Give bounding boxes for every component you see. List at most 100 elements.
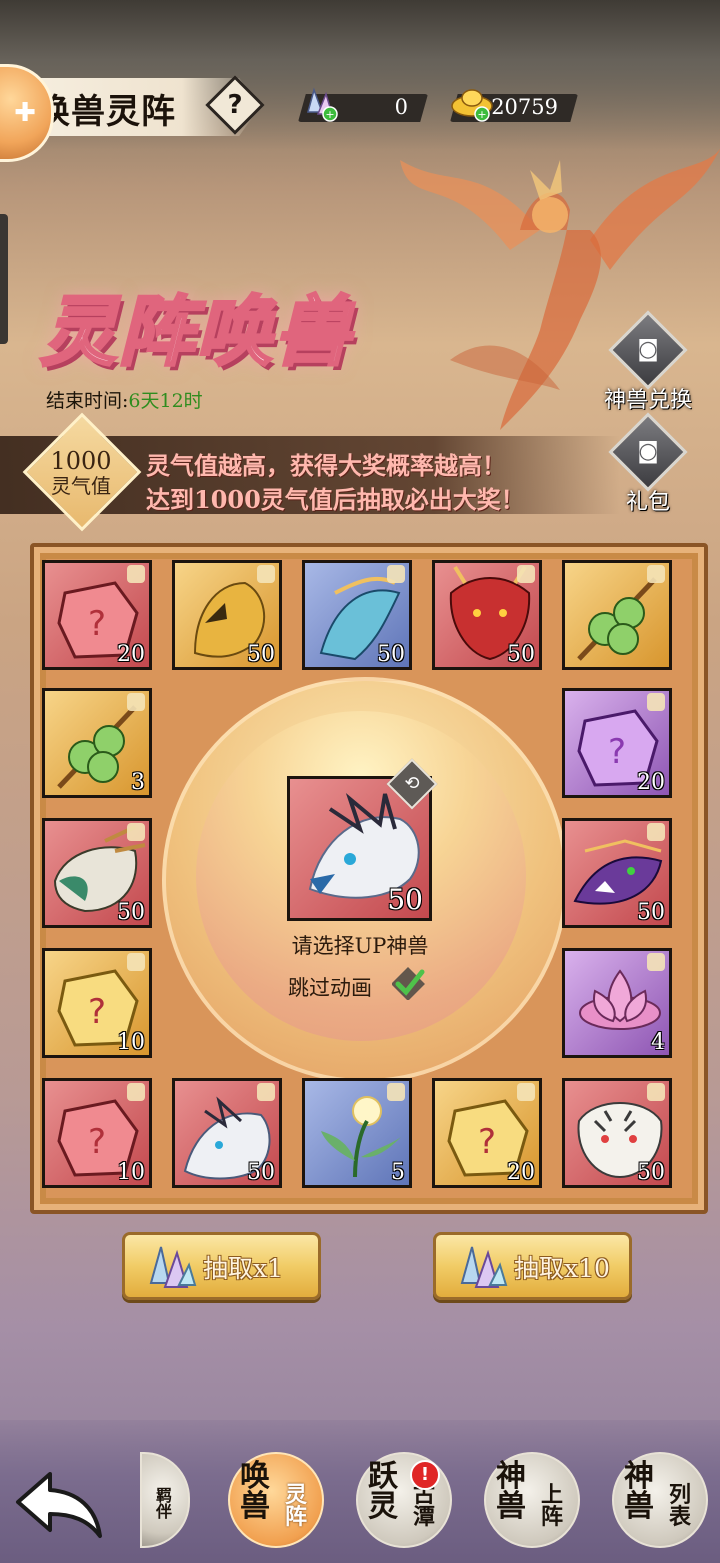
end-time-value: 6天12时 bbox=[128, 390, 203, 412]
skip-animation-label: 跳过动画 bbox=[288, 976, 372, 1000]
draw-x10-button[interactable]: 抽取x10 bbox=[433, 1232, 632, 1300]
puzzle-piece-icon bbox=[127, 693, 145, 711]
page-title: 唤兽灵阵 bbox=[36, 92, 176, 132]
prize-count: 50 bbox=[637, 1160, 665, 1185]
nav-pool-big: 跃灵 bbox=[368, 1459, 398, 1524]
side-handle[interactable] bbox=[0, 214, 8, 344]
puzzle-piece-icon bbox=[127, 565, 145, 583]
gamepad-icon: ✚ bbox=[14, 98, 36, 128]
prize-count: 10 bbox=[117, 1030, 145, 1055]
prize-cell[interactable]: 50 bbox=[42, 818, 152, 928]
svg-text:+: + bbox=[325, 108, 334, 121]
skip-animation-checkbox[interactable] bbox=[392, 966, 426, 1000]
svg-text:?: ? bbox=[88, 992, 106, 1032]
prize-count: 50 bbox=[377, 642, 405, 667]
prize-count: 4 bbox=[651, 1030, 665, 1055]
prize-count: 50 bbox=[507, 642, 535, 667]
puzzle-piece-icon bbox=[517, 565, 535, 583]
prize-cell[interactable]: 5 bbox=[302, 1078, 412, 1188]
prize-cell[interactable]: 50 bbox=[302, 560, 412, 670]
puzzle-piece-icon bbox=[647, 1083, 665, 1101]
draw-x1-button[interactable]: 抽取x1 bbox=[122, 1232, 321, 1300]
gold-ingot-icon[interactable]: + bbox=[448, 82, 496, 122]
prize-cell[interactable]: 50 bbox=[432, 560, 542, 670]
nav-beast-list[interactable]: 神兽 列表 bbox=[612, 1452, 708, 1548]
prize-cell[interactable]: 3 bbox=[42, 688, 152, 798]
puzzle-piece-icon bbox=[257, 565, 275, 583]
puzzle-piece-icon bbox=[647, 565, 665, 583]
select-up-label: 请选择UP神兽 bbox=[291, 934, 429, 958]
svg-text:?: ? bbox=[88, 1122, 106, 1162]
prize-cell[interactable]: 50 bbox=[172, 560, 282, 670]
puzzle-piece-icon bbox=[647, 693, 665, 711]
event-title: 灵阵唤兽 bbox=[39, 286, 352, 378]
prize-count: 50 bbox=[247, 1160, 275, 1185]
prize-count: 50 bbox=[117, 900, 145, 925]
svg-text:?: ? bbox=[608, 732, 626, 772]
crystal-count: 0 bbox=[394, 95, 408, 119]
nav-summon-small: 灵阵 bbox=[284, 1482, 307, 1530]
gift-pack-button[interactable]: ◙ 礼包 bbox=[588, 412, 708, 516]
prize-count: 20 bbox=[637, 770, 665, 795]
end-time: 结束时间:6天12时 bbox=[46, 386, 203, 413]
prize-count: 20 bbox=[117, 642, 145, 667]
prize-cell[interactable]: 4 bbox=[562, 948, 672, 1058]
puzzle-piece-icon bbox=[127, 953, 145, 971]
nav-list-small: 列表 bbox=[668, 1482, 691, 1530]
crystal-icon[interactable]: + bbox=[300, 82, 340, 122]
tip-line-2: 达到1000灵气值后抽取必出大奖！ bbox=[146, 485, 525, 514]
nav-bond-label: 羁伴 bbox=[155, 1486, 172, 1521]
prize-cell[interactable] bbox=[562, 560, 672, 670]
crystal-icon bbox=[460, 1246, 508, 1288]
draw-x1-label: 抽取x1 bbox=[203, 1254, 284, 1283]
puzzle-piece-icon bbox=[647, 953, 665, 971]
draw-x10-label: 抽取x10 bbox=[514, 1254, 610, 1283]
puzzle-piece-icon bbox=[127, 823, 145, 841]
prize-cell[interactable]: ? 20 bbox=[432, 1078, 542, 1188]
svg-text:?: ? bbox=[478, 1122, 496, 1162]
prize-count: 10 bbox=[117, 1160, 145, 1185]
prize-count: 50 bbox=[637, 900, 665, 925]
prize-count: 20 bbox=[507, 1160, 535, 1185]
prize-cell[interactable]: ? 20 bbox=[562, 688, 672, 798]
gift-icon: ◙ bbox=[608, 412, 688, 492]
svg-text:+: + bbox=[477, 108, 486, 121]
puzzle-piece-icon bbox=[127, 1083, 145, 1101]
crystal-icon bbox=[149, 1246, 197, 1288]
puzzle-piece-icon bbox=[517, 1083, 535, 1101]
puzzle-piece-icon bbox=[257, 1083, 275, 1101]
nav-deploy-small: 上阵 bbox=[540, 1482, 563, 1530]
svg-text:?: ? bbox=[88, 604, 106, 644]
lingqi-value: 1000 bbox=[50, 447, 112, 475]
prize-cell[interactable]: ? 10 bbox=[42, 1078, 152, 1188]
prize-cell[interactable]: ? 20 bbox=[42, 560, 152, 670]
nav-list-big: 神兽 bbox=[624, 1459, 654, 1524]
lingqi-label: 灵气值 bbox=[51, 474, 111, 498]
puzzle-piece-icon bbox=[387, 1083, 405, 1101]
help-label: ? bbox=[227, 90, 243, 120]
nav-beast-deploy[interactable]: 神兽 上阵 bbox=[484, 1452, 580, 1548]
notification-badge: ! bbox=[410, 1460, 440, 1490]
beast-exchange-button[interactable]: ◙ 神兽兑换 bbox=[588, 310, 708, 414]
prize-count: 3 bbox=[131, 770, 145, 795]
lingqi-text: 1000 灵气值 bbox=[40, 448, 122, 498]
prize-cell[interactable]: 50 bbox=[172, 1078, 282, 1188]
puzzle-piece-icon bbox=[647, 823, 665, 841]
nav-deploy-big: 神兽 bbox=[496, 1459, 526, 1524]
exchange-icon: ◙ bbox=[608, 310, 688, 390]
nav-pool-small: 古潭 bbox=[412, 1482, 435, 1530]
prize-cell[interactable]: 50 bbox=[562, 818, 672, 928]
nav-summon-array[interactable]: 唤兽 灵阵 bbox=[228, 1452, 324, 1548]
prize-count: 50 bbox=[247, 642, 275, 667]
up-beast-count: 50 bbox=[387, 883, 423, 916]
puzzle-piece-icon bbox=[387, 565, 405, 583]
nav-summon-big: 唤兽 bbox=[240, 1459, 270, 1524]
tip-line-1: 灵气值越高，获得大奖概率越高！ bbox=[146, 451, 506, 480]
end-time-label: 结束时间: bbox=[46, 390, 129, 412]
swap-icon: ⟲ bbox=[404, 773, 420, 794]
prize-cell[interactable]: ? 10 bbox=[42, 948, 152, 1058]
prize-count: 5 bbox=[391, 1160, 405, 1185]
gold-count: 20759 bbox=[491, 95, 558, 119]
prize-cell[interactable]: 50 bbox=[562, 1078, 672, 1188]
back-arrow-icon[interactable] bbox=[10, 1460, 106, 1544]
